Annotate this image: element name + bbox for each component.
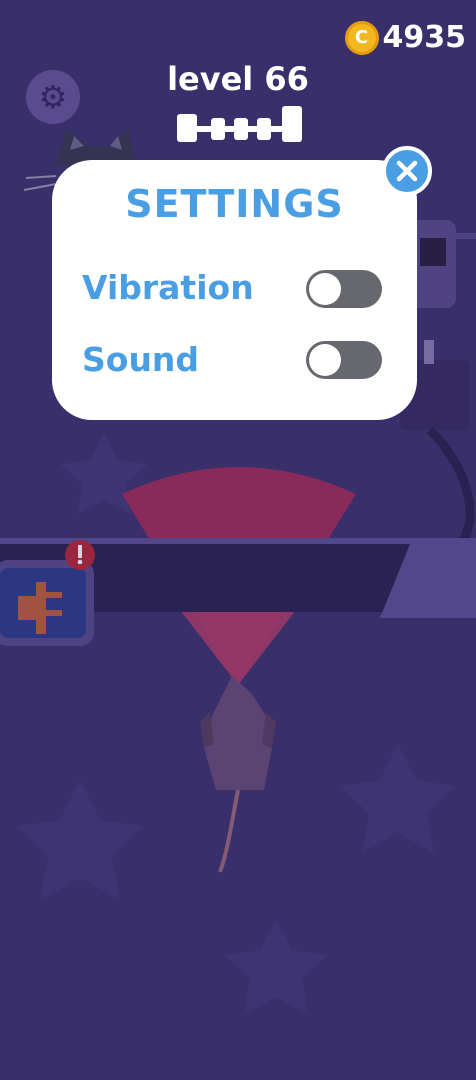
coin-count: 4935 <box>382 20 467 55</box>
alert-icon <box>65 540 95 570</box>
plug-icon <box>0 560 94 646</box>
settings-modal: SETTINGS Vibration Sound <box>52 160 417 420</box>
sound-label: Sound <box>82 340 200 379</box>
settings-title: SETTINGS <box>125 182 344 226</box>
sound-toggle[interactable] <box>306 341 382 379</box>
vibration-toggle[interactable] <box>306 270 382 308</box>
coin-counter: C 4935 <box>344 20 467 55</box>
rat-sprite <box>200 676 276 873</box>
level-progress <box>177 106 302 142</box>
toggle-knob <box>309 344 341 376</box>
toggle-knob <box>309 273 341 305</box>
close-icon <box>396 160 418 182</box>
vibration-label: Vibration <box>82 268 254 307</box>
level-title: level 66 <box>167 60 309 98</box>
coin-icon: C <box>344 20 379 55</box>
close-button[interactable] <box>382 146 432 196</box>
